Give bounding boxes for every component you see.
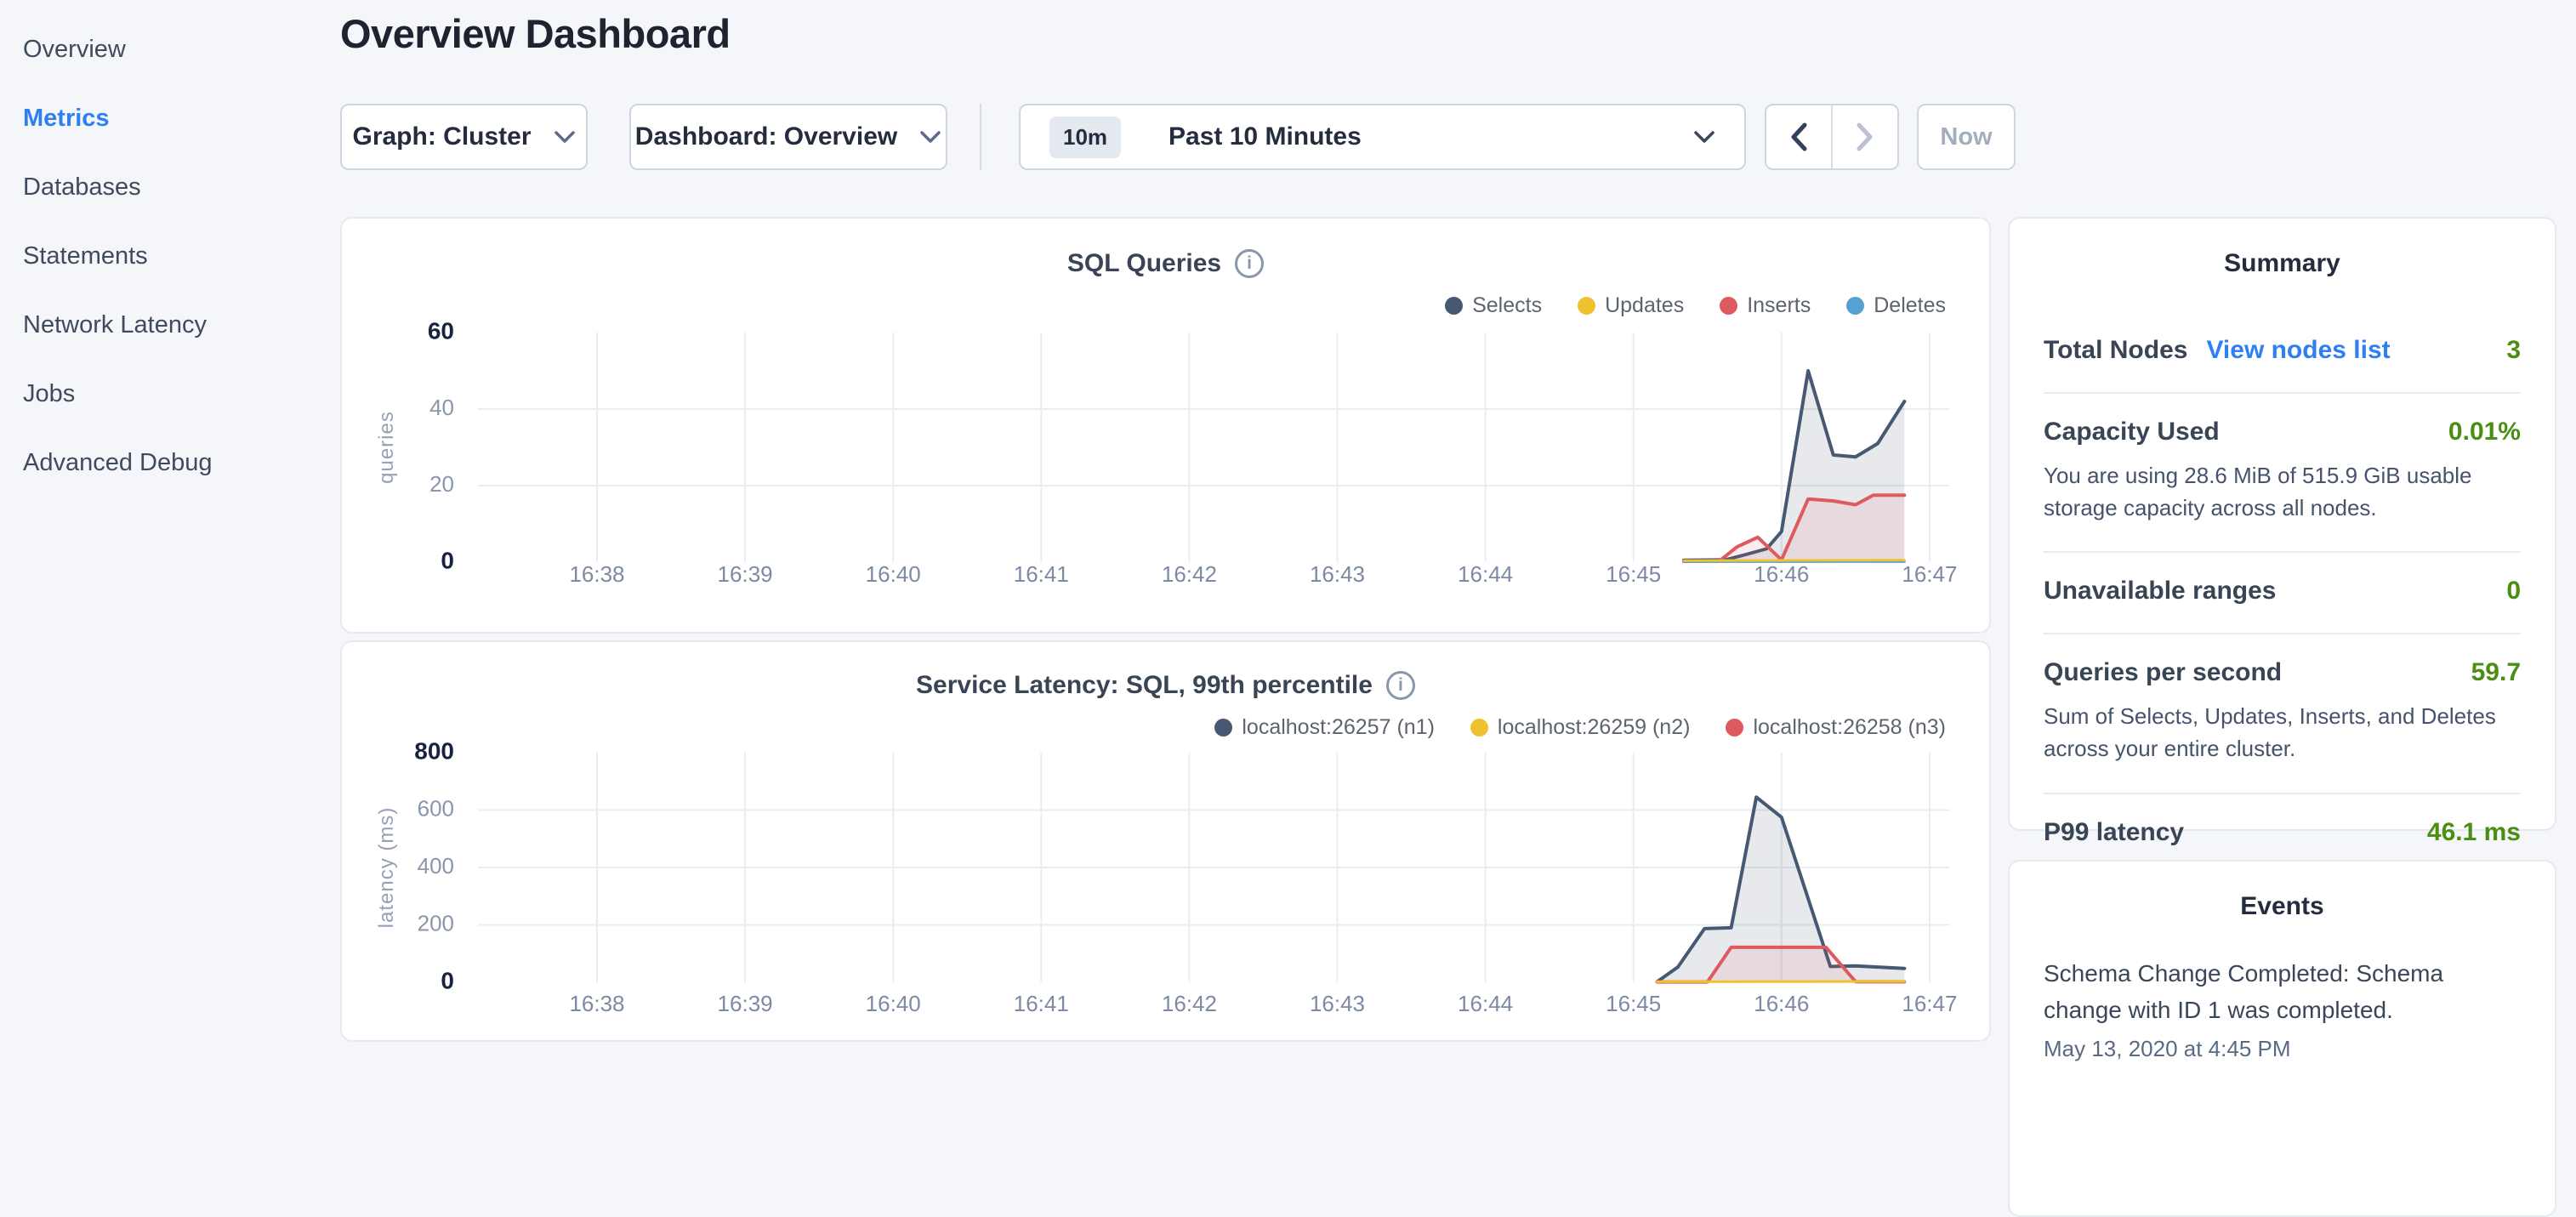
time-step-buttons (1765, 104, 1899, 170)
summary-row: Capacity Used 0.01% You are using 28.6 MiB… (2044, 394, 2521, 553)
page-title: Overview Dashboard (340, 10, 731, 57)
summary-row-label: Unavailable ranges (2044, 577, 2276, 606)
chevron-down-icon (919, 130, 941, 144)
summary-row-value: 59.7 (2471, 658, 2521, 687)
sidebar-item-jobs[interactable]: Jobs (23, 360, 338, 429)
summary-row: Queries per second 59.7 Sum of Selects, Up… (2044, 634, 2521, 793)
svg-text:200: 200 (418, 910, 454, 935)
chevron-down-icon (554, 130, 576, 144)
chevron-left-icon (1789, 122, 1808, 152)
events-title: Events (2044, 892, 2521, 921)
summary-row-label: Total Nodes (2044, 336, 2187, 365)
event-timestamp: May 13, 2020 at 4:45 PM (2044, 1036, 2521, 1062)
svg-text:queries: queries (375, 411, 398, 484)
svg-text:800: 800 (414, 737, 454, 764)
summary-row-head: Unavailable ranges 0 (2044, 577, 2521, 606)
chevron-down-icon (1693, 130, 1715, 144)
sidebar-item-statements[interactable]: Statements (23, 222, 338, 291)
previous-timespan-button[interactable] (1766, 105, 1831, 168)
svg-text:16:43: 16:43 (1310, 561, 1365, 587)
summary-row-head: P99 latency 46.1 ms (2044, 818, 2521, 847)
sidebar-item-advanced-debug[interactable]: Advanced Debug (23, 429, 338, 498)
events-panel: Events Schema Change Completed: Schema c… (2008, 860, 2556, 1217)
sidebar-nav-list: OverviewMetricsDatabasesStatementsNetwor… (23, 15, 338, 498)
sidebar-item-databases[interactable]: Databases (23, 153, 338, 222)
event-item[interactable]: Schema Change Completed: Schema change w… (2044, 955, 2521, 1062)
dashboard-selector-dropdown[interactable]: Dashboard: Overview (629, 104, 947, 170)
svg-text:16:41: 16:41 (1014, 561, 1069, 587)
svg-text:16:42: 16:42 (1162, 561, 1217, 587)
svg-text:16:47: 16:47 (1902, 561, 1957, 587)
svg-text:16:41: 16:41 (1014, 991, 1069, 1016)
svg-text:20: 20 (429, 471, 454, 497)
svg-text:40: 40 (429, 395, 454, 420)
svg-text:16:39: 16:39 (718, 991, 773, 1016)
svg-text:16:40: 16:40 (866, 561, 921, 587)
svg-text:latency (ms): latency (ms) (375, 807, 398, 929)
summary-row-label: Capacity Used (2044, 418, 2220, 446)
svg-text:16:45: 16:45 (1606, 991, 1661, 1016)
svg-text:16:38: 16:38 (569, 561, 624, 587)
svg-text:400: 400 (418, 853, 454, 879)
graph-selector-label: Graph: Cluster (352, 122, 531, 151)
sidebar-item-overview[interactable]: Overview (23, 15, 338, 84)
summary-panel: Summary Total Nodes View nodes list 3 Capac… (2008, 217, 2556, 831)
view-nodes-list-link[interactable]: View nodes list (2206, 336, 2390, 365)
chart-card-service-latency: Service Latency: SQL, 99th percentileilo… (340, 640, 1991, 1042)
dashboard-selector-label: Dashboard: Overview (635, 122, 897, 151)
chevron-right-icon (1856, 122, 1874, 152)
summary-row-value: 0.01% (2448, 418, 2521, 446)
sidebar-item-metrics[interactable]: Metrics (23, 84, 338, 153)
summary-row-description: You are using 28.6 MiB of 515.9 GiB usab… (2044, 460, 2521, 524)
chart-plot-area[interactable]: 16:38 16:39 16:40 16:41 16:42 16:43 16:44 16:45… (342, 219, 1989, 632)
summary-row-description: Sum of Selects, Updates, Inserts, and De… (2044, 701, 2521, 765)
summary-row: Total Nodes View nodes list 3 (2044, 312, 2521, 394)
svg-text:16:46: 16:46 (1754, 561, 1809, 587)
sidebar: OverviewMetricsDatabasesStatementsNetwor… (23, 15, 338, 498)
svg-text:60: 60 (428, 317, 454, 344)
event-text: Schema Change Completed: Schema change w… (2044, 955, 2521, 1029)
svg-text:600: 600 (418, 795, 454, 821)
sidebar-item-network-latency[interactable]: Network Latency (23, 291, 338, 360)
summary-row-value: 3 (2506, 336, 2521, 365)
svg-text:16:40: 16:40 (866, 991, 921, 1016)
svg-text:16:44: 16:44 (1458, 991, 1513, 1016)
svg-text:0: 0 (441, 547, 454, 573)
summary-row-head: Queries per second 59.7 (2044, 658, 2521, 687)
svg-text:16:46: 16:46 (1754, 991, 1809, 1016)
summary-row-head: Capacity Used 0.01% (2044, 418, 2521, 446)
chart-plot-area[interactable]: 16:38 16:39 16:40 16:41 16:42 16:43 16:44 16:45… (342, 642, 1989, 1040)
time-range-label: Past 10 Minutes (1169, 122, 1362, 151)
next-timespan-button[interactable] (1831, 105, 1897, 168)
svg-text:16:44: 16:44 (1458, 561, 1513, 587)
svg-text:16:42: 16:42 (1162, 991, 1217, 1016)
svg-text:16:39: 16:39 (718, 561, 773, 587)
svg-text:16:47: 16:47 (1902, 991, 1957, 1016)
svg-text:16:45: 16:45 (1606, 561, 1661, 587)
controls-divider (980, 104, 981, 170)
now-button[interactable]: Now (1917, 104, 2016, 170)
time-range-selector[interactable]: 10m Past 10 Minutes (1019, 104, 1746, 170)
summary-row-head: Total Nodes View nodes list 3 (2044, 336, 2521, 365)
summary-row: Unavailable ranges 0 (2044, 553, 2521, 634)
chart-card-sql-queries: SQL QueriesiSelectsUpdatesInsertsDeletes… (340, 217, 1991, 634)
summary-row-value: 46.1 ms (2427, 818, 2521, 847)
svg-text:0: 0 (441, 967, 454, 993)
svg-text:16:43: 16:43 (1310, 991, 1365, 1016)
time-range-badge: 10m (1049, 117, 1121, 158)
svg-text:16:38: 16:38 (569, 991, 624, 1016)
summary-row-label: Queries per second (2044, 658, 2282, 687)
summary-row-value: 0 (2506, 577, 2521, 606)
summary-title: Summary (2044, 249, 2521, 278)
graph-selector-dropdown[interactable]: Graph: Cluster (340, 104, 588, 170)
summary-row-label: P99 latency (2044, 818, 2184, 847)
